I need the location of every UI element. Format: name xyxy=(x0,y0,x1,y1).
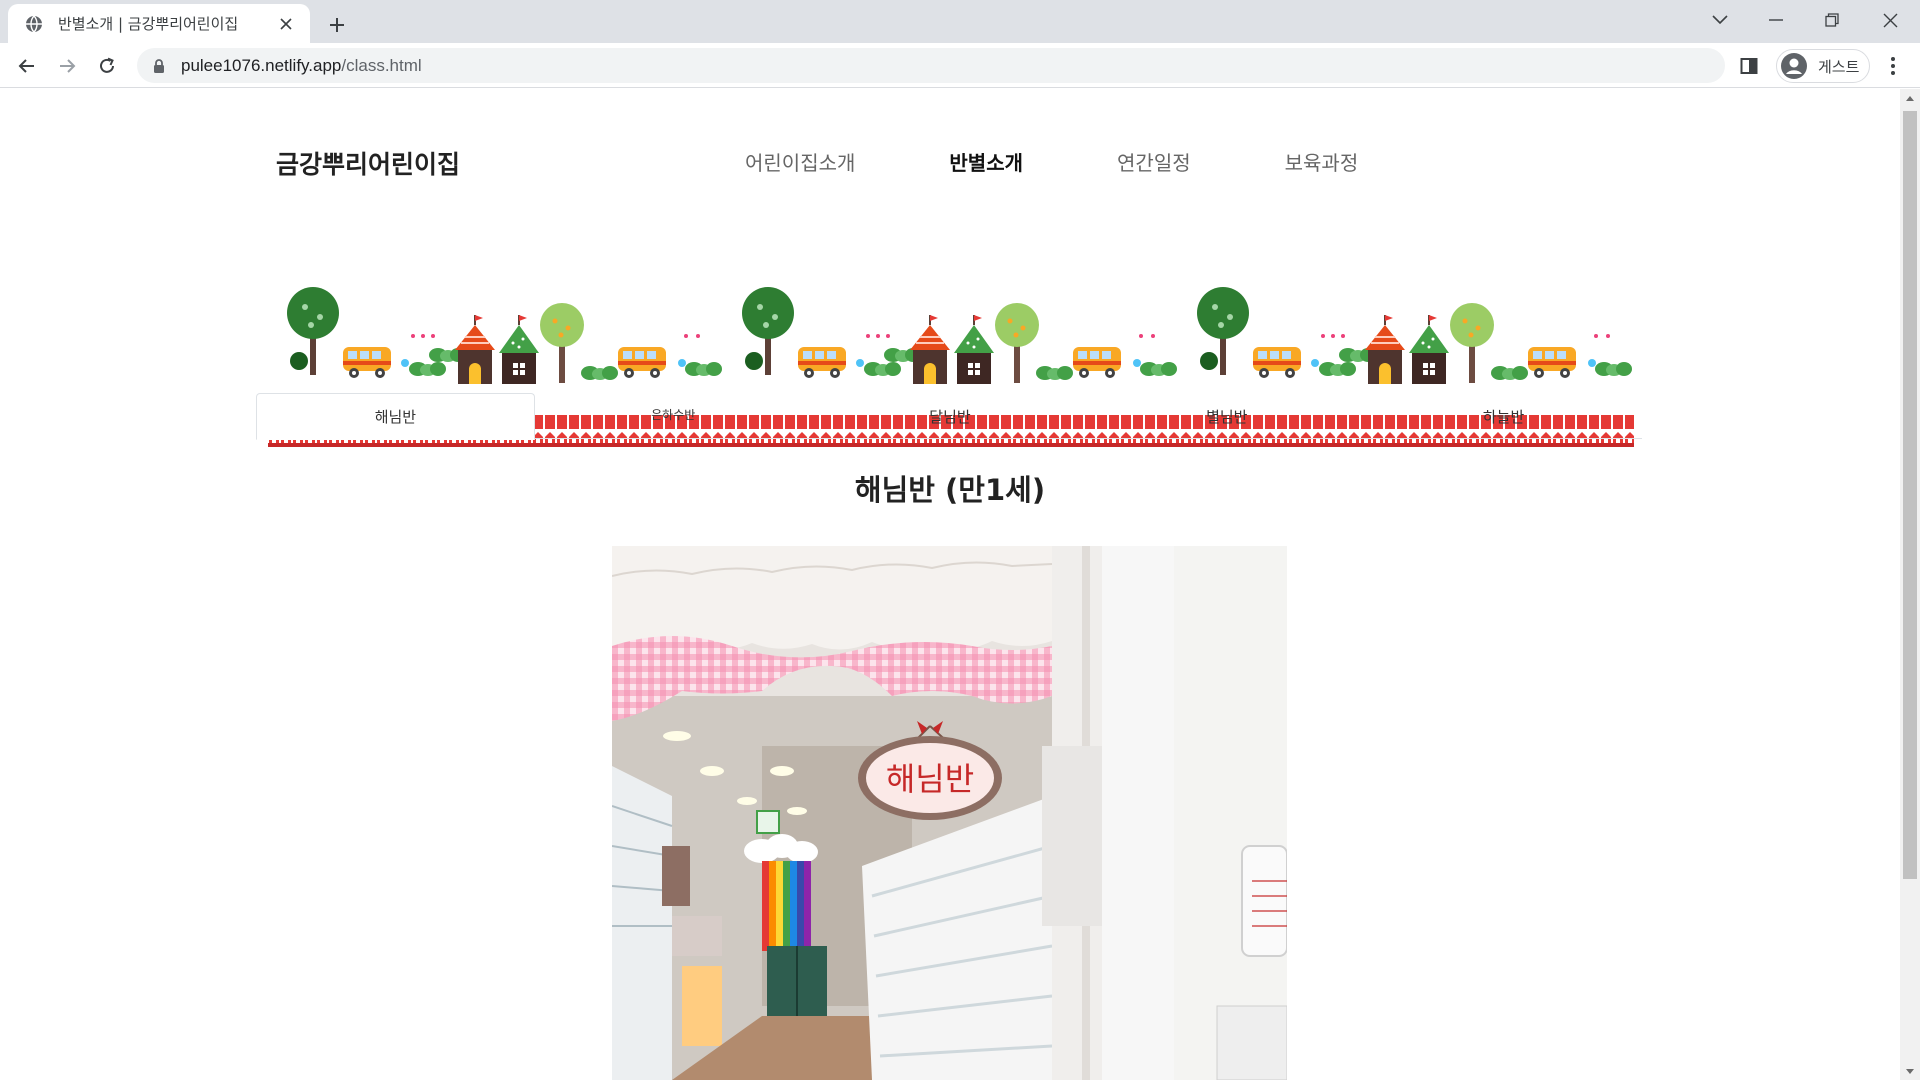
nav-item-classes[interactable]: 반별소개 xyxy=(949,147,1023,176)
scrollbar-thumb[interactable] xyxy=(1903,111,1917,879)
restore-button[interactable] xyxy=(1804,0,1860,40)
globe-icon xyxy=(26,15,42,32)
page-viewport: 금강뿌리어린이집 어린이집소개 반별소개 연간일정 보육과정 해님반 은하수반 … xyxy=(0,89,1900,1080)
avatar-icon xyxy=(1781,53,1807,79)
scroll-down-arrow-icon[interactable] xyxy=(1900,1063,1920,1080)
side-panel-button[interactable] xyxy=(1736,53,1762,79)
profile-button[interactable]: 게스트 xyxy=(1776,49,1870,83)
side-panel-icon xyxy=(1740,58,1758,74)
profile-label: 게스트 xyxy=(1818,57,1860,76)
main-nav: 어린이집소개 반별소개 연간일정 보육과정 xyxy=(745,147,1452,176)
site-logo[interactable]: 금강뿌리어린이집 xyxy=(276,145,460,181)
minimize-button[interactable] xyxy=(1748,0,1804,40)
url-text: pulee1076.netlify.app/class.html xyxy=(181,56,422,76)
url-path: /class.html xyxy=(341,55,422,75)
tab-close-icon[interactable] xyxy=(274,12,298,36)
class-tabs: 해님반 은하수반 달님반 별님반 하늘반 xyxy=(256,393,1642,440)
tab-class-moon[interactable]: 달님반 xyxy=(812,393,1089,439)
nav-item-schedule[interactable]: 연간일정 xyxy=(1117,147,1191,176)
plus-icon xyxy=(330,18,344,32)
arrow-left-icon xyxy=(18,59,34,73)
url-host: pulee1076.netlify.app xyxy=(181,55,342,75)
tab-class-milkyway[interactable]: 은하수반 xyxy=(535,393,812,439)
reload-icon xyxy=(100,57,114,73)
scroll-up-arrow-icon[interactable] xyxy=(1900,89,1920,106)
restore-icon xyxy=(1825,13,1839,27)
close-window-button[interactable] xyxy=(1862,0,1918,40)
tab-title: 반별소개 | 금강뿌리어린이집 xyxy=(58,15,239,33)
back-button[interactable] xyxy=(10,49,44,83)
tab-search-button[interactable] xyxy=(1692,0,1748,40)
page-scrollbar[interactable] xyxy=(1900,89,1920,1080)
tab-class-sky[interactable]: 하늘반 xyxy=(1365,393,1642,439)
reload-button[interactable] xyxy=(90,49,124,83)
browser-tabstrip: 반별소개 | 금강뿌리어린이집 xyxy=(0,0,1920,43)
address-bar[interactable]: pulee1076.netlify.app/class.html xyxy=(137,48,1725,83)
tab-class-sun[interactable]: 해님반 xyxy=(256,393,535,440)
arrow-right-icon xyxy=(60,59,76,73)
forward-button[interactable] xyxy=(50,49,84,83)
class-photo: 해님반 xyxy=(612,546,1287,1080)
class-title: 해님반 (만1세) xyxy=(854,473,1046,507)
close-icon xyxy=(1883,13,1897,27)
more-vertical-icon xyxy=(1891,57,1895,75)
browser-tab[interactable]: 반별소개 | 금강뿌리어린이집 xyxy=(8,4,310,43)
minimize-icon xyxy=(1769,19,1783,21)
browser-toolbar: pulee1076.netlify.app/class.html 게스트 xyxy=(0,43,1920,88)
tab-class-star[interactable]: 별님반 xyxy=(1088,393,1365,439)
chevron-down-icon xyxy=(1712,15,1728,25)
nav-item-curriculum[interactable]: 보육과정 xyxy=(1285,147,1359,176)
lock-icon[interactable] xyxy=(151,58,167,74)
new-tab-button[interactable] xyxy=(322,10,352,40)
nav-item-about[interactable]: 어린이집소개 xyxy=(745,147,855,176)
class-sign-text: 해님반 xyxy=(886,760,974,798)
browser-menu-button[interactable] xyxy=(1880,53,1906,79)
